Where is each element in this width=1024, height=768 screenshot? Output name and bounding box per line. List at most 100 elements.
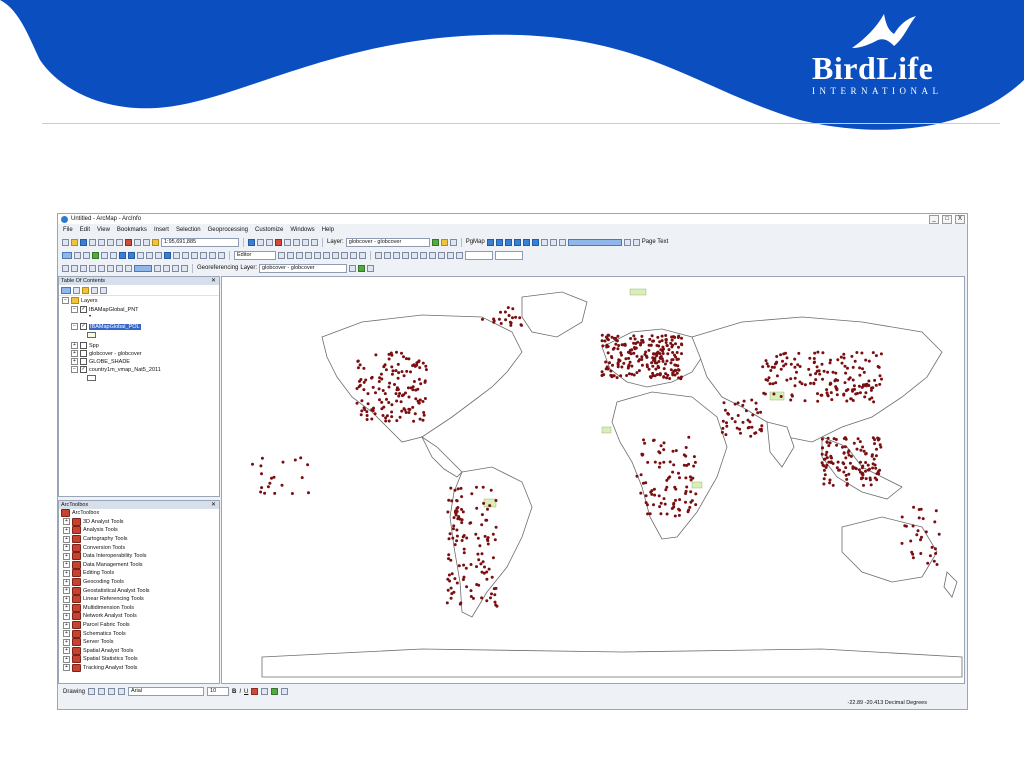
delete-icon[interactable] bbox=[125, 238, 132, 246]
rotate-tool-icon[interactable] bbox=[98, 688, 106, 695]
underline-button[interactable]: U bbox=[244, 689, 248, 695]
list-by-drawing-order-icon[interactable] bbox=[61, 286, 71, 294]
paste-icon[interactable] bbox=[116, 238, 123, 246]
expand-icon[interactable]: + bbox=[63, 587, 70, 595]
toc-window-icon[interactable] bbox=[257, 238, 264, 246]
zoom-100-icon[interactable] bbox=[98, 264, 105, 272]
find-icon[interactable] bbox=[200, 251, 207, 259]
pgmap-tool-icon-2[interactable] bbox=[495, 238, 503, 246]
expand-icon[interactable]: + bbox=[63, 552, 70, 560]
identify-icon[interactable] bbox=[164, 251, 171, 259]
text-tool-icon[interactable] bbox=[118, 688, 126, 695]
topology-tool-icon-7[interactable] bbox=[429, 251, 436, 259]
pan-icon[interactable] bbox=[83, 251, 90, 259]
full-extent-icon[interactable] bbox=[92, 251, 99, 259]
toolbox-window-icon[interactable] bbox=[275, 238, 282, 246]
map-view[interactable] bbox=[221, 276, 965, 684]
expand-icon[interactable]: + bbox=[63, 526, 70, 534]
create-features-icon[interactable] bbox=[359, 251, 366, 259]
layout-forward-icon[interactable] bbox=[125, 264, 132, 272]
layout-zoom-in-icon[interactable] bbox=[62, 264, 69, 272]
toolbox-item[interactable]: + Linear Referencing Tools bbox=[59, 595, 219, 604]
go-to-xy-icon[interactable] bbox=[209, 251, 216, 259]
cut-polygons-icon[interactable] bbox=[314, 251, 321, 259]
map-scale-dropdown[interactable]: 1:95,691,885 bbox=[161, 237, 239, 247]
line-color-icon[interactable] bbox=[271, 688, 279, 695]
layer-visibility-checkbox[interactable]: ✓ bbox=[80, 323, 87, 330]
topology-tool-icon-6[interactable] bbox=[420, 251, 427, 259]
sketch-properties-icon[interactable] bbox=[350, 251, 357, 259]
layer-visibility-checkbox[interactable] bbox=[80, 358, 87, 365]
layer-tool-icon-2[interactable] bbox=[440, 238, 448, 246]
layer-tool-icon-3[interactable] bbox=[449, 238, 457, 246]
pgmap-label[interactable]: PgMap bbox=[466, 239, 485, 245]
menu-selection[interactable]: Selection bbox=[176, 227, 201, 233]
menu-windows[interactable]: Windows bbox=[290, 227, 314, 233]
pgmap-tool-icon-6[interactable] bbox=[531, 238, 539, 246]
menu-edit[interactable]: Edit bbox=[80, 227, 90, 233]
layer-dropdown[interactable]: globcover - globcover bbox=[345, 237, 430, 247]
toolbox-item[interactable]: + Spatial Analyst Tools bbox=[59, 646, 219, 656]
menu-bookmarks[interactable]: Bookmarks bbox=[117, 227, 147, 233]
drawing-menu[interactable]: Drawing bbox=[63, 689, 85, 695]
last-page-icon[interactable] bbox=[632, 238, 640, 246]
topology-dropdown-2[interactable] bbox=[495, 250, 523, 260]
toolbox-item[interactable]: +3D Analyst Tools bbox=[59, 517, 219, 527]
pgmap-tool-icon-3[interactable] bbox=[504, 238, 512, 246]
expand-icon[interactable]: + bbox=[63, 578, 70, 586]
forward-extent-icon[interactable] bbox=[128, 251, 135, 259]
arctoolbox-close-icon[interactable]: ✕ bbox=[211, 501, 216, 508]
new-document-icon[interactable] bbox=[62, 238, 69, 246]
close-button[interactable]: X bbox=[955, 215, 965, 224]
toc-layer-row[interactable]: − ✓ country1m_vmap_Nat5_2011 bbox=[71, 366, 161, 373]
expand-icon[interactable]: + bbox=[63, 621, 70, 629]
expand-icon[interactable]: + bbox=[63, 561, 70, 569]
toc-layer-row[interactable]: − ✓ IBAMapGlobal_PNT bbox=[71, 306, 139, 313]
expand-icon[interactable]: + bbox=[63, 655, 70, 663]
expand-icon[interactable]: + bbox=[63, 630, 70, 638]
rotate-raster-icon[interactable] bbox=[349, 264, 357, 272]
toolbox-item[interactable]: + Network Analyst Tools bbox=[59, 612, 219, 621]
toolbox-item[interactable]: + Tracking Analyst Tools bbox=[59, 663, 219, 673]
focus-data-frame-icon[interactable] bbox=[163, 264, 170, 272]
page-text-menu[interactable]: Page Text bbox=[642, 239, 669, 245]
copy-icon[interactable] bbox=[107, 238, 114, 246]
minimize-button[interactable]: _ bbox=[929, 215, 939, 224]
expand-icon[interactable]: + bbox=[63, 638, 70, 646]
topology-tool-icon[interactable] bbox=[375, 251, 382, 259]
page-selector-field[interactable] bbox=[567, 238, 622, 246]
expand-icon[interactable]: + bbox=[63, 612, 70, 620]
help-icon[interactable] bbox=[311, 238, 318, 246]
topology-tool-icon-2[interactable] bbox=[384, 251, 391, 259]
toc-layer-row[interactable]: − ✓ IBAMapGlobal_POL bbox=[71, 323, 141, 330]
python-window-icon[interactable] bbox=[284, 238, 291, 246]
maximize-button[interactable]: □ bbox=[942, 215, 952, 224]
toc-layer-row[interactable]: + GLOBE_SHADE bbox=[71, 358, 130, 365]
save-icon[interactable] bbox=[80, 238, 87, 246]
model-builder-icon[interactable] bbox=[302, 238, 309, 246]
clear-selection-icon[interactable] bbox=[146, 251, 153, 259]
next-page-icon[interactable] bbox=[623, 238, 631, 246]
font-color-icon[interactable] bbox=[251, 688, 259, 695]
menu-customize[interactable]: Customize bbox=[255, 227, 283, 233]
toolbox-item[interactable]: + Geocoding Tools bbox=[59, 578, 219, 587]
georeferencing-menu[interactable]: Georeferencing bbox=[197, 265, 238, 271]
editor-toolbar-icon[interactable] bbox=[248, 238, 255, 246]
redo-icon[interactable] bbox=[143, 238, 150, 246]
data-driven-pages-icon[interactable] bbox=[181, 264, 188, 272]
split-icon[interactable] bbox=[323, 251, 330, 259]
toolbox-item[interactable]: + Data Management Tools bbox=[59, 560, 219, 570]
previous-page-icon[interactable] bbox=[558, 238, 566, 246]
topology-tool-icon-3[interactable] bbox=[393, 251, 400, 259]
topology-tool-icon-5[interactable] bbox=[411, 251, 418, 259]
topology-tool-icon-4[interactable] bbox=[402, 251, 409, 259]
rotate-icon[interactable] bbox=[332, 251, 339, 259]
menu-geoprocessing[interactable]: Geoprocessing bbox=[208, 227, 248, 233]
font-size-dropdown[interactable]: 10 bbox=[207, 687, 230, 696]
change-layout-icon[interactable] bbox=[172, 264, 179, 272]
layer-visibility-checkbox[interactable] bbox=[80, 342, 87, 349]
menu-help[interactable]: Help bbox=[322, 227, 334, 233]
italic-button[interactable]: I bbox=[239, 689, 241, 695]
zoom-in-icon[interactable] bbox=[62, 251, 72, 259]
layer-visibility-checkbox[interactable]: ✓ bbox=[80, 306, 87, 313]
